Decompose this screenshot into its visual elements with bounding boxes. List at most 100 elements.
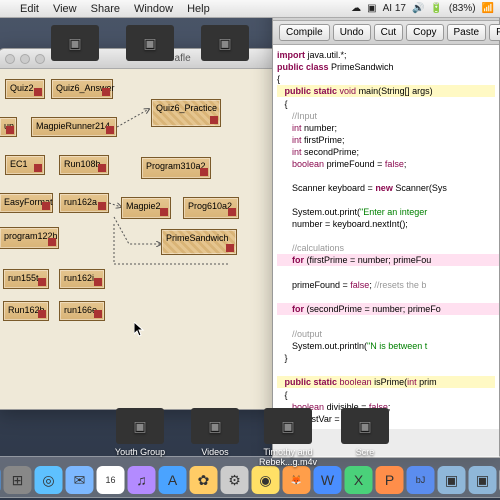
code-line: primeFound = isPrime(firstPri [495,254,499,266]
desktop-icon-label: Scre [335,447,395,457]
code-editor[interactable]: import java.util.*;public class PrimeSan… [273,45,499,429]
code-line [277,170,495,182]
dock-bluej-icon[interactable]: bJ [407,466,435,494]
dock-mail-icon[interactable]: ✉ [66,466,94,494]
dock-word-icon[interactable]: W [314,466,342,494]
menu-view[interactable]: View [53,3,77,15]
desktop-icon[interactable]: ▣Timothy and Rebek...g.m4v [258,408,318,467]
code-line: Scanner keyboard = new Scanner(Sys [277,182,495,194]
class-box-un[interactable]: un [0,117,17,137]
code-line [277,267,495,279]
editor-toolbar: CompileUndoCutCopyPasteFind...Close [273,21,499,45]
code-line: primeFound = isPrime(SecondPr [495,303,499,315]
class-box-magpierunner214[interactable]: MagpieRunner214 [31,117,117,137]
volume-icon[interactable]: 🔊 [412,3,424,14]
desktop-icon[interactable]: ▣Videos [185,408,245,457]
dock-folder2-icon[interactable]: ▣ [469,466,497,494]
dock-calendar-icon[interactable]: 16 [97,466,125,494]
class-box-program310a2[interactable]: Program310a2 [141,157,211,179]
dock-chrome-icon[interactable]: ◉ [252,466,280,494]
menu-share[interactable]: Share [91,3,120,15]
code-line: } [277,352,495,364]
code-line [277,316,495,328]
dock-itunes-icon[interactable]: ♫ [128,466,156,494]
class-box-quiz2[interactable]: Quiz2 [5,79,45,99]
code-line [277,194,495,206]
code-line: for (firstPrime = number; primeFou [277,254,495,266]
dropbox-icon[interactable]: ▣ [367,3,376,14]
desktop-thumbnail[interactable]: ▣ [120,25,180,64]
class-box-easyformat[interactable]: EasyFormat [0,193,53,213]
desktop-thumbnail[interactable]: ▣ [45,25,105,64]
menu-help[interactable]: Help [187,3,210,15]
dock-finder-icon[interactable]: ☺ [0,466,1,494]
wifi-icon[interactable]: 📶 [482,3,494,14]
code-line: public static boolean isPrime(int prim [277,376,495,388]
class-box-program122h[interactable]: program122h [0,227,59,249]
dock-safari-icon[interactable]: ◎ [35,466,63,494]
dock-launchpad-icon[interactable]: ⊞ [4,466,32,494]
code-line: primeFound = false; //resets the b [277,279,495,291]
code-line: System.out.print("Enter an integer [277,206,495,218]
bluej-window: BlueJ: Bafle Quiz2Quiz6_AnswerQuiz6_Prac… [0,48,282,410]
dock-excel-icon[interactable]: X [345,466,373,494]
code-line [277,230,495,242]
class-box-prog610a2[interactable]: Prog610a2 [183,197,239,219]
class-box-run155t[interactable]: run155t [3,269,49,289]
code-line: int number; [277,122,495,134]
code-line: public static void main(String[] args) [277,85,495,97]
desktop-thumbnail[interactable]: ▣ [195,25,255,64]
class-box-run108b[interactable]: Run108b [59,155,109,175]
traffic-lights[interactable] [5,54,45,64]
class-box-quiz6_practice[interactable]: Quiz6_Practice [151,99,221,127]
battery-icon: 🔋 [430,3,442,14]
ai-badge: AI 17 [383,3,406,14]
code-line: number = keyboard.nextInt(); [277,218,495,230]
dock-appstore-icon[interactable]: A [159,466,187,494]
code-line: int firstPrime; [277,134,495,146]
dock-photos-icon[interactable]: ✿ [190,466,218,494]
code-line: for (secondPrime = number; primeFo [277,303,495,315]
menu-edit[interactable]: Edit [20,3,39,15]
class-box-primesandwich[interactable]: PrimeSandwich [161,229,237,255]
code-line: int secondPrime; [277,146,495,158]
menu-window[interactable]: Window [134,3,173,15]
code-line: import java.util.*; [277,49,495,61]
code-line: { [277,73,495,85]
cut-button[interactable]: Cut [374,24,404,41]
desktop-icon[interactable]: ▣Youth Group [110,408,170,457]
class-box-run162b[interactable]: Run162b [3,301,49,321]
desktop-icon-label: Videos [185,447,245,457]
class-box-magpie2[interactable]: Magpie2 [121,197,171,219]
copy-button[interactable]: Copy [406,24,443,41]
editor-window: PrimeSandwich Bafle CompileUndoCutCopyPa… [272,0,500,458]
find-button[interactable]: Find... [489,24,500,41]
code-line: public class PrimeSandwich [277,61,495,73]
cloud-icon[interactable]: ☁ [351,3,361,14]
code-line: //Input [277,110,495,122]
code-line: System.out.println("N is between t [277,340,495,352]
paste-button[interactable]: Paste [447,24,487,41]
dock-firefox-icon[interactable]: 🦊 [283,466,311,494]
menubar: Edit View Share Window Help ☁ ▣ AI 17 🔊 🔋 (8… [0,0,500,18]
code-line [277,291,495,303]
code-line: //calculations [277,242,495,254]
code-line: { [277,389,495,401]
dock-folder1-icon[interactable]: ▣ [438,466,466,494]
bluej-diagram-canvas[interactable]: Quiz2 Quiz6_Answer Quiz6_Practiceun MagpieR… [0,69,281,409]
class-box-quiz6_answer[interactable]: Quiz6_Answer [51,79,113,99]
class-box-run166e[interactable]: run166e [59,301,105,321]
dock: ☺⊞◎✉16♫A✿⚙◉🦊WXPbJ▣▣🗑 [0,456,500,498]
desktop-icon-label: Youth Group [110,447,170,457]
dock-settings-icon[interactable]: ⚙ [221,466,249,494]
dock-powerpoint-icon[interactable]: P [376,466,404,494]
class-box-run162a[interactable]: run162a [59,193,109,213]
class-box-ec1[interactable]: EC1 [5,155,45,175]
code-line: boolean primeFound = false; [277,158,495,170]
code-line: //output [277,328,495,340]
undo-button[interactable]: Undo [333,24,371,41]
class-box-run162i[interactable]: run162i [59,269,105,289]
compile-button[interactable]: Compile [279,24,330,41]
battery-pct: (83%) [449,3,476,14]
desktop-icon[interactable]: ▣Scre [335,408,395,457]
